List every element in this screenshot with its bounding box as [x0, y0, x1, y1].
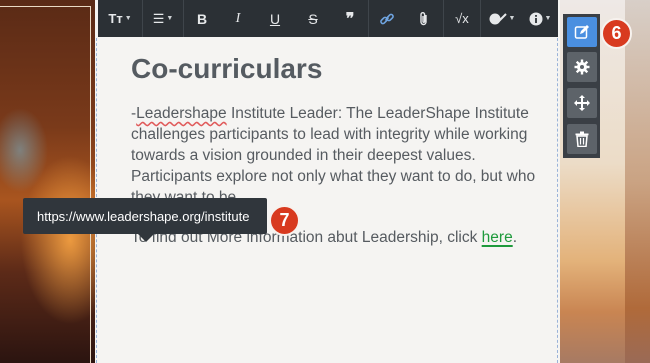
quote-icon: ❞	[345, 10, 355, 28]
link-tooltip: https://www.leadershape.org/institute	[23, 198, 267, 234]
formula-icon: √x	[455, 11, 469, 26]
settings-button[interactable]	[567, 52, 597, 82]
text-size-icon: Tт	[108, 11, 123, 26]
badge-number: 6	[611, 23, 622, 43]
style-button[interactable]: ▼	[481, 0, 523, 37]
strikethrough-button[interactable]: S	[294, 0, 332, 37]
step-badge-6: 6	[601, 18, 632, 49]
misspelled-word: Leadershape	[136, 105, 227, 122]
chevron-down-icon: ▼	[544, 15, 552, 22]
badge-number: 7	[279, 210, 290, 230]
italic-icon: I	[235, 10, 241, 26]
info-icon	[529, 12, 543, 25]
formatting-toolbar: Tт ▼ ☰ ▼ B I U S ❞ √x ▼ ▼	[98, 0, 558, 37]
formula-button[interactable]: √x	[444, 0, 480, 37]
chevron-down-icon: ▼	[166, 15, 174, 22]
section-title: Co-curriculars	[131, 53, 323, 84]
link-button[interactable]	[369, 0, 405, 37]
text-size-button[interactable]: Tт ▼	[98, 0, 142, 37]
info-button[interactable]: ▼	[523, 0, 557, 37]
italic-button[interactable]: I	[220, 0, 256, 37]
bold-icon: B	[196, 10, 208, 27]
quote-button[interactable]: ❞	[332, 0, 368, 37]
step-badge-7: 7	[269, 205, 300, 236]
edit-button[interactable]	[567, 17, 597, 47]
move-button[interactable]	[567, 88, 597, 118]
paragraph-leadershape: -Leadershape Institute Leader: The Leade…	[131, 103, 541, 208]
tooltip-arrow	[138, 234, 154, 242]
link-icon	[380, 13, 394, 24]
list-button[interactable]: ☰ ▼	[143, 0, 183, 37]
chevron-down-icon: ▼	[508, 15, 516, 22]
chevron-down-icon: ▼	[124, 15, 132, 22]
gear-icon	[574, 59, 590, 75]
strikethrough-icon: S	[308, 10, 318, 27]
underline-icon: U	[269, 10, 281, 27]
move-icon	[574, 95, 590, 111]
edit-icon	[574, 25, 589, 39]
tooltip-url: https://www.leadershape.org/institute	[37, 208, 250, 224]
paragraph-end: .	[512, 229, 518, 246]
underline-button[interactable]: U	[256, 0, 294, 37]
trash-icon	[575, 131, 589, 147]
paperclip-icon	[420, 11, 427, 25]
background-stripe	[625, 0, 650, 363]
bold-button[interactable]: B	[184, 0, 220, 37]
delete-button[interactable]	[567, 124, 597, 154]
paint-brush-icon	[489, 12, 507, 24]
background-frame	[0, 6, 91, 363]
list-icon: ☰	[152, 10, 165, 26]
here-link[interactable]: here	[482, 229, 513, 246]
attach-button[interactable]	[405, 0, 443, 37]
